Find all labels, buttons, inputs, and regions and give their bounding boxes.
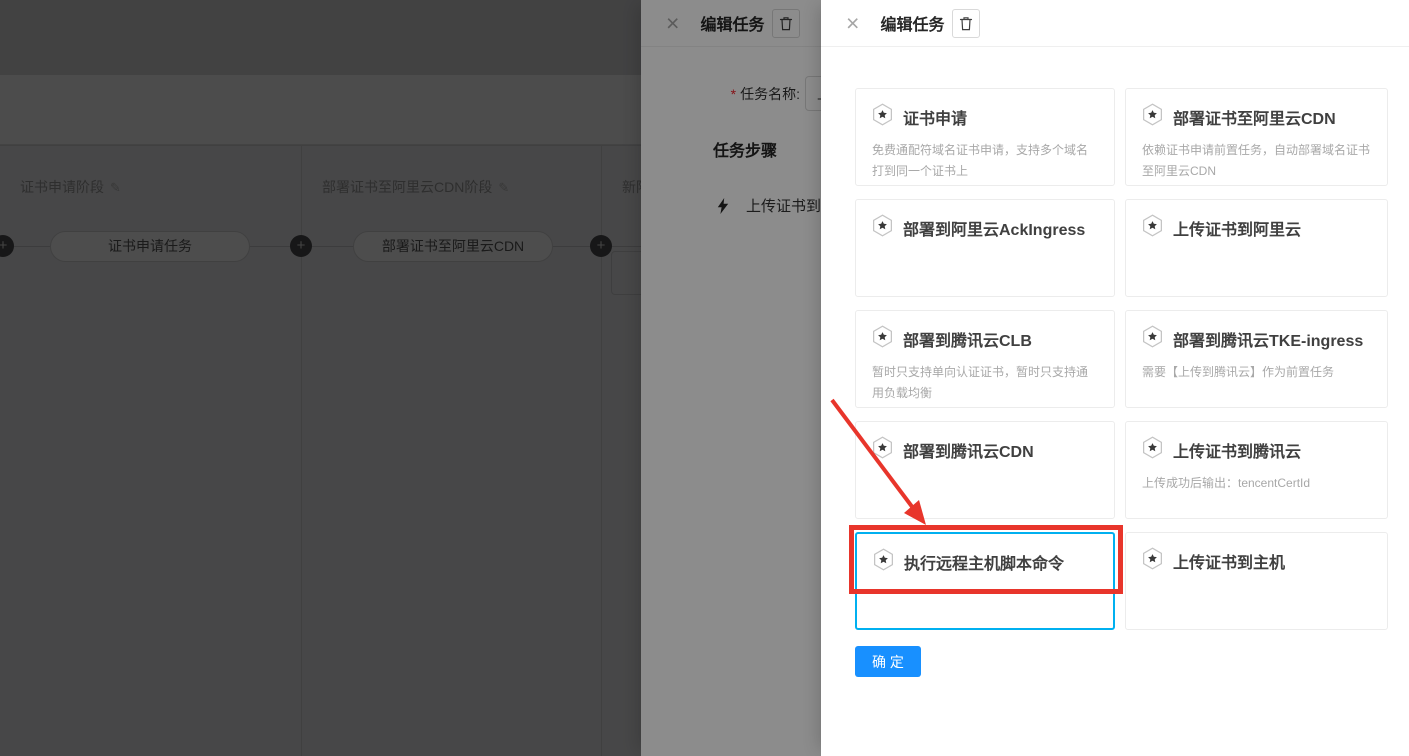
hexagon-badge-icon [1142,325,1163,353]
hexagon-badge-icon [872,103,893,131]
task-card-title: 部署到腾讯云TKE-ingress [1173,327,1363,351]
task-card-head: 执行远程主机脚本命令 [873,548,1097,576]
hexagon-badge-icon [872,325,893,353]
task-card[interactable]: 部署到阿里云AckIngress [855,199,1115,297]
hexagon-badge-icon [1142,103,1163,131]
hexagon-badge-icon [872,436,893,464]
task-card-title: 上传证书到腾讯云 [1173,438,1301,462]
task-card-desc: 暂时只支持单向认证证书，暂时只支持通用负载均衡 [872,362,1098,404]
task-card-title: 执行远程主机脚本命令 [904,550,1064,574]
close-icon[interactable]: × [846,14,859,32]
hexagon-badge-icon [872,214,893,242]
task-card[interactable]: 证书申请 免费通配符域名证书申请，支持多个域名打到同一个证书上 [855,88,1115,186]
task-card-title: 上传证书到阿里云 [1173,216,1301,240]
task-type-picker-header: × 编辑任务 [821,0,1409,47]
task-card-desc: 依赖证书申请前置任务，自动部署域名证书至阿里云CDN [1142,140,1371,182]
task-card-head: 上传证书到主机 [1142,547,1371,575]
task-type-picker-drawer: × 编辑任务 证书申请 免费通配符域名证书申请，支持多个域名打到同一个证书上 [821,0,1409,756]
task-card-head: 部署到腾讯云CLB [872,325,1098,353]
task-card[interactable]: 部署到腾讯云TKE-ingress 需要【上传到腾讯云】作为前置任务 [1125,310,1388,408]
task-card-desc: 需要【上传到腾讯云】作为前置任务 [1142,362,1371,383]
task-card[interactable]: 上传证书到腾讯云 上传成功后输出：tencentCertId [1125,421,1388,519]
task-card[interactable]: 执行远程主机脚本命令 [855,532,1115,630]
task-card-title: 部署到腾讯云CLB [903,327,1032,351]
task-card-head: 上传证书到腾讯云 [1142,436,1371,464]
task-card-head: 部署证书至阿里云CDN [1142,103,1371,131]
hexagon-badge-icon [873,548,894,576]
task-card[interactable]: 部署到腾讯云CLB 暂时只支持单向认证证书，暂时只支持通用负载均衡 [855,310,1115,408]
task-card[interactable]: 上传证书到阿里云 [1125,199,1388,297]
task-card-title: 部署证书至阿里云CDN [1173,105,1336,129]
task-card-desc: 免费通配符域名证书申请，支持多个域名打到同一个证书上 [872,140,1098,182]
task-card-head: 部署到腾讯云TKE-ingress [1142,325,1371,353]
screen: 证书申请阶段✎证书申请任务部署证书至阿里云CDN阶段✎部署证书至阿里云CDN新阶… [0,0,1409,756]
task-card-title: 部署到阿里云AckIngress [903,216,1085,240]
task-card-head: 部署到阿里云AckIngress [872,214,1098,242]
confirm-button[interactable]: 确 定 [855,646,921,677]
hexagon-badge-icon [1142,547,1163,575]
task-card-grid: 证书申请 免费通配符域名证书申请，支持多个域名打到同一个证书上 部署证书至阿里云… [855,88,1388,630]
task-type-picker-title: 编辑任务 [880,11,944,35]
task-card-title: 证书申请 [903,105,967,129]
task-card-title: 上传证书到主机 [1173,549,1285,573]
hexagon-badge-icon [1142,214,1163,242]
task-card[interactable]: 部署到腾讯云CDN [855,421,1115,519]
task-card-head: 上传证书到阿里云 [1142,214,1371,242]
task-card[interactable]: 上传证书到主机 [1125,532,1388,630]
task-card-head: 证书申请 [872,103,1098,131]
task-card[interactable]: 部署证书至阿里云CDN 依赖证书申请前置任务，自动部署域名证书至阿里云CDN [1125,88,1388,186]
hexagon-badge-icon [1142,436,1163,464]
task-card-title: 部署到腾讯云CDN [903,438,1034,462]
task-card-desc: 上传成功后输出：tencentCertId [1142,473,1371,494]
delete-task-button[interactable] [952,9,980,38]
task-card-head: 部署到腾讯云CDN [872,436,1098,464]
trash-icon [959,16,973,31]
